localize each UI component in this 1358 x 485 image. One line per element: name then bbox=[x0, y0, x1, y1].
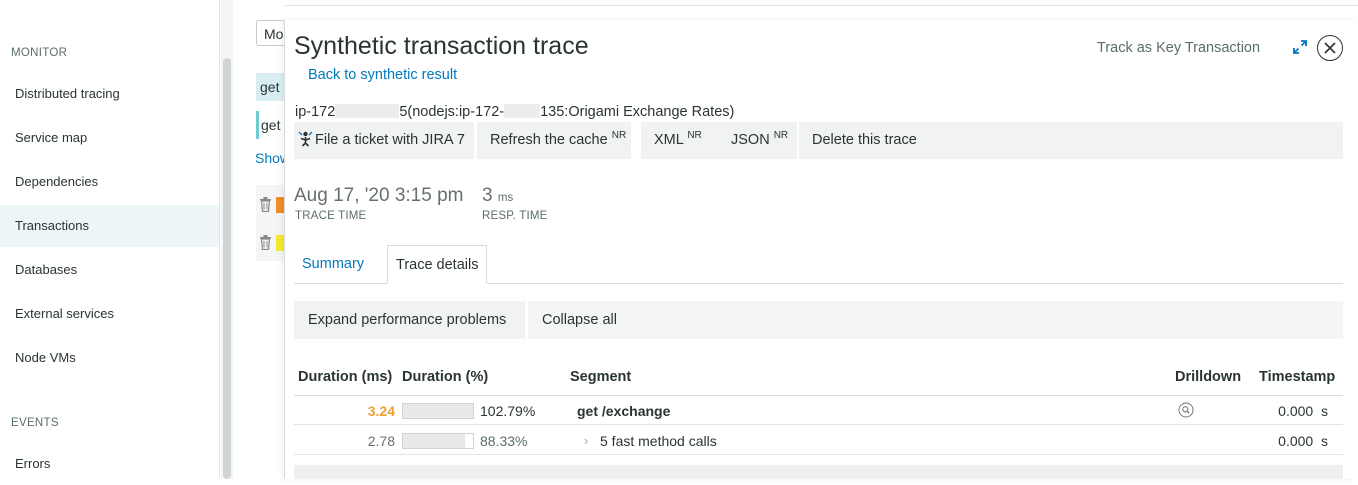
expand-icon[interactable] bbox=[1292, 39, 1310, 57]
trash-icon[interactable] bbox=[259, 197, 272, 215]
timestamp-cell: 0.000 s bbox=[1278, 403, 1328, 419]
col-drilldown[interactable]: Drilldown bbox=[1175, 369, 1241, 385]
json-label: JSON bbox=[731, 132, 770, 148]
sidebar-item-distributed-tracing[interactable]: Distributed tracing bbox=[0, 73, 219, 115]
sidebar-item-transactions[interactable]: Transactions bbox=[0, 205, 219, 247]
duration-pct-cell: 88.33% bbox=[480, 433, 528, 449]
background-row[interactable]: get bbox=[256, 73, 286, 101]
jira-ticket-label: File a ticket with JIRA 7 bbox=[315, 132, 465, 148]
delete-trace-button[interactable]: Delete this trace bbox=[799, 122, 1343, 159]
section-monitor: MONITOR bbox=[11, 47, 68, 59]
redacted-block bbox=[335, 104, 400, 118]
tab-summary[interactable]: Summary bbox=[294, 245, 372, 284]
trace-toolbar: File a ticket with JIRA 7 Refresh the ca… bbox=[294, 122, 1343, 159]
nr-badge: NR bbox=[611, 130, 627, 141]
close-icon[interactable] bbox=[1317, 35, 1343, 61]
trace-time-label: TRACE TIME bbox=[295, 210, 367, 222]
sidebar: MONITOR Distributed tracing Service map … bbox=[0, 0, 220, 479]
resp-time-label: RESP. TIME bbox=[482, 210, 548, 222]
trace-time-value: Aug 17, '20 3:15 pm bbox=[294, 185, 464, 206]
nr-badge: NR bbox=[773, 130, 789, 141]
timestamp-value: 0.000 bbox=[1278, 433, 1314, 449]
table-row[interactable]: 2.78 88.33% › 5 fast method calls 0.000 … bbox=[294, 426, 1343, 455]
timestamp-value: 0.000 bbox=[1278, 403, 1314, 419]
json-button[interactable]: JSON NR bbox=[718, 122, 797, 159]
scrollbar-thumb[interactable] bbox=[223, 58, 231, 479]
section-events: EVENTS bbox=[11, 417, 59, 429]
resp-time-value: 3 ms bbox=[482, 185, 513, 207]
sidebar-item-node-vms[interactable]: Node VMs bbox=[0, 337, 219, 379]
col-timestamp[interactable]: Timestamp bbox=[1259, 369, 1335, 385]
refresh-cache-button[interactable]: Refresh the cache NR bbox=[477, 122, 631, 159]
duration-bar bbox=[402, 433, 474, 449]
refresh-cache-label: Refresh the cache bbox=[490, 132, 608, 148]
sidebar-item-service-map[interactable]: Service map bbox=[0, 117, 219, 159]
timestamp-unit: s bbox=[1321, 433, 1328, 449]
segment-cell: get /exchange bbox=[577, 403, 671, 419]
duration-bar-fill bbox=[403, 404, 473, 418]
jira-ticket-button[interactable]: File a ticket with JIRA 7 bbox=[294, 122, 474, 159]
duration-bar bbox=[402, 403, 474, 419]
chevron-right-icon[interactable]: › bbox=[584, 433, 588, 448]
redacted-block bbox=[504, 104, 541, 118]
host-suffix: 135:Origami Exchange Rates) bbox=[540, 104, 735, 120]
table-row[interactable]: 3.24 102.79% get /exchange 0.000 s bbox=[294, 396, 1343, 425]
col-duration-ms[interactable]: Duration (ms) bbox=[298, 369, 392, 385]
trace-tabs: Summary Trace details bbox=[294, 245, 1343, 284]
drilldown-icon[interactable] bbox=[1178, 402, 1194, 421]
collapse-all-button[interactable]: Collapse all bbox=[528, 301, 1343, 339]
duration-pct-cell: 102.79% bbox=[480, 403, 536, 419]
back-to-synthetic-link[interactable]: Back to synthetic result bbox=[308, 67, 457, 83]
table-footer bbox=[294, 465, 1343, 479]
timestamp-unit: s bbox=[1321, 403, 1328, 419]
background-row[interactable]: get bbox=[256, 111, 286, 139]
segment-cell: 5 fast method calls bbox=[600, 433, 717, 449]
sidebar-item-databases[interactable]: Databases bbox=[0, 249, 219, 291]
expand-performance-problems-button[interactable]: Expand performance problems bbox=[294, 301, 526, 339]
host-middle: 5(nodejs:ip-172- bbox=[399, 104, 505, 120]
timestamp-cell: 0.000 s bbox=[1278, 433, 1328, 449]
trace-actions: Expand performance problems Collapse all bbox=[294, 301, 1343, 339]
xml-label: XML bbox=[654, 132, 684, 148]
tab-trace-details[interactable]: Trace details bbox=[387, 245, 488, 284]
nr-badge: NR bbox=[687, 130, 702, 141]
jira-icon bbox=[298, 125, 315, 162]
page-title: Synthetic transaction trace bbox=[294, 32, 589, 60]
xml-button[interactable]: XML NR bbox=[641, 122, 725, 159]
background-tag bbox=[276, 235, 284, 251]
background-tag bbox=[276, 197, 284, 213]
duration-ms-cell: 2.78 bbox=[367, 433, 395, 449]
col-segment[interactable]: Segment bbox=[570, 369, 631, 385]
col-duration-pct[interactable]: Duration (%) bbox=[402, 369, 488, 385]
trace-modal: Synthetic transaction trace Back to synt… bbox=[284, 20, 1358, 479]
sidebar-item-external-services[interactable]: External services bbox=[0, 293, 219, 335]
trash-icon[interactable] bbox=[259, 235, 272, 253]
duration-ms-cell: 3.24 bbox=[367, 403, 395, 419]
host-prefix: ip-172 bbox=[295, 104, 336, 120]
track-key-transaction-link[interactable]: Track as Key Transaction bbox=[1097, 40, 1260, 56]
resp-time-number: 3 bbox=[482, 185, 493, 206]
host-label: ip-172 5(nodejs:ip-172- 135:Origami Exchan… bbox=[295, 104, 734, 120]
duration-bar-fill bbox=[403, 434, 465, 448]
resp-time-unit: ms bbox=[497, 192, 514, 204]
sidebar-item-dependencies[interactable]: Dependencies bbox=[0, 161, 219, 203]
